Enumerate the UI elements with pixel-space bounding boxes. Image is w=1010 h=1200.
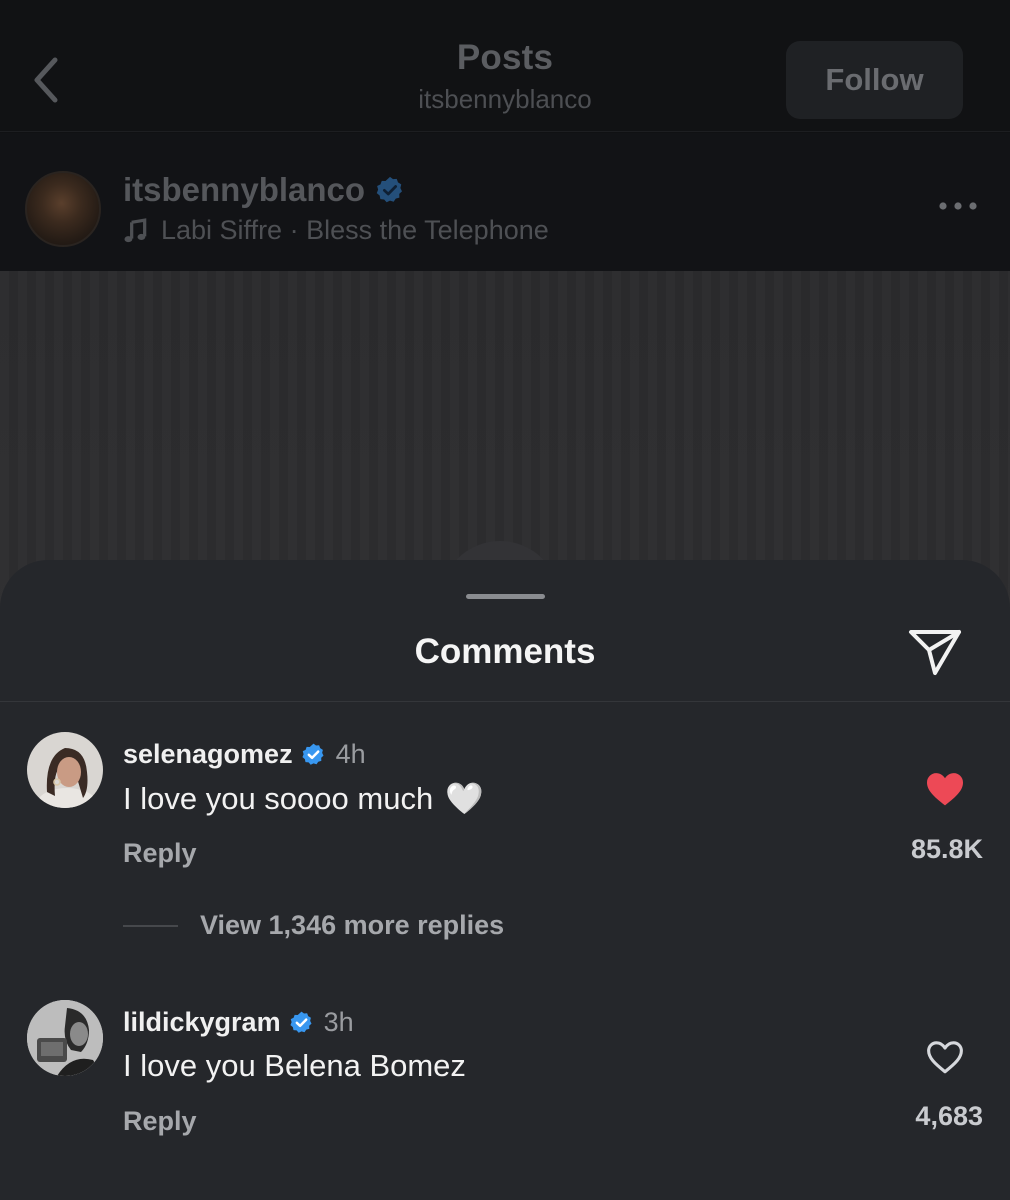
like-button[interactable] xyxy=(917,765,973,813)
paper-plane-icon xyxy=(909,630,961,675)
view-replies-label: View 1,346 more replies xyxy=(200,910,505,940)
replies-line xyxy=(123,924,178,927)
music-note-icon xyxy=(124,217,147,242)
comments-title: Comments xyxy=(414,632,596,671)
comment-header: selenagomez 4h xyxy=(123,739,366,770)
avatar-image xyxy=(27,1000,103,1076)
reply-button[interactable]: Reply xyxy=(123,838,197,869)
comment-body: I love you soooo much xyxy=(123,780,434,816)
like-count: 4,683 xyxy=(915,1101,983,1131)
comment-body: I love you Belena Bomez xyxy=(123,1048,466,1083)
verified-badge-icon xyxy=(302,743,324,765)
like-button[interactable] xyxy=(917,1033,973,1081)
sheet-divider xyxy=(0,701,1010,702)
view-replies-button[interactable]: View 1,346 more replies xyxy=(123,910,504,941)
comments-sheet: Comments selenagomez 4h I love you soooo… xyxy=(0,560,1010,1200)
sheet-drag-handle[interactable] xyxy=(466,594,545,599)
post-author[interactable]: itsbennyblanco xyxy=(123,171,405,209)
more-horizontal-icon xyxy=(939,202,977,210)
post-header: itsbennyblanco Labi Siffre · Bless the T… xyxy=(0,133,1010,271)
post-username[interactable]: itsbennyblanco xyxy=(123,171,365,209)
comment-time: 3h xyxy=(323,1007,354,1037)
comment-time: 4h xyxy=(335,739,366,769)
like-count: 85.8K xyxy=(910,834,983,864)
avatar[interactable] xyxy=(27,732,103,808)
music-label: Labi Siffre · Bless the Telephone xyxy=(161,215,549,245)
avatar[interactable] xyxy=(27,1000,103,1076)
verified-badge-icon xyxy=(290,1011,312,1033)
heart-outline-icon xyxy=(927,1041,963,1074)
share-button[interactable] xyxy=(905,622,965,682)
comment-text: I love you Belena Bomez xyxy=(123,1048,466,1084)
more-options-button[interactable] xyxy=(938,194,978,218)
avatar-image xyxy=(27,732,103,808)
top-nav-bar: Posts itsbennyblanco Follow xyxy=(0,0,1010,132)
comment-username[interactable]: selenagomez xyxy=(123,739,293,770)
comment-header: lildickygram 3h xyxy=(123,1007,354,1038)
post-music[interactable]: Labi Siffre · Bless the Telephone xyxy=(123,215,549,246)
verified-badge-icon xyxy=(376,176,403,203)
heart-filled-icon xyxy=(927,773,963,806)
follow-button[interactable]: Follow xyxy=(786,41,963,119)
reply-button[interactable]: Reply xyxy=(123,1106,197,1137)
comment-text: I love you soooo much 🤍 xyxy=(123,780,484,818)
comment-username[interactable]: lildickygram xyxy=(123,1007,281,1038)
post-author-avatar[interactable] xyxy=(25,171,101,247)
white-heart-emoji: 🤍 xyxy=(445,781,484,817)
